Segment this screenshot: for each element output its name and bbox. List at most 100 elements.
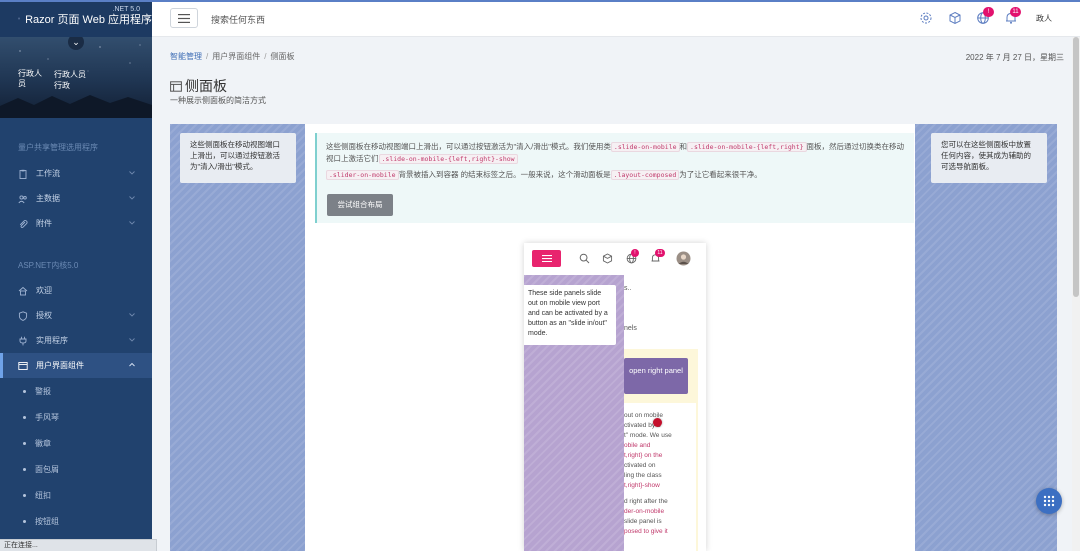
side-panel-demo: 这些侧面板在移动视图端口上滑出，可以通过按钮激活为"清入/滑出"模式。 您可以在… (170, 124, 1057, 551)
text-line: der-on-mobile (624, 508, 665, 515)
sidebar: Razor 页面 Web 应用程序 .NET 5.0 ⌄ 行政人员 行政人员 行… (0, 0, 152, 551)
sidebar-subitem-button-groups[interactable]: 按钮组 (0, 508, 152, 534)
open-right-panel-button[interactable]: open right panel (624, 358, 688, 394)
info-text: 为了让它看起来很干净。 (679, 170, 762, 179)
bullet-icon (23, 493, 26, 497)
cursor-marker (653, 418, 662, 427)
text-line: t,right}-show (624, 482, 660, 489)
text-line: obile and (624, 442, 651, 449)
sidebar-item-attachments[interactable]: 附件 (0, 211, 152, 236)
sidebar-item-label: 用户界面组件 (36, 361, 84, 370)
shield-icon (18, 310, 28, 321)
text-line: t" mode. We use (624, 432, 672, 439)
chevron-down-icon (129, 196, 135, 200)
sidebar-item-welcome[interactable]: 欢迎 (0, 278, 152, 303)
bullet-icon (23, 467, 26, 471)
search-input[interactable]: 搜索任何东西 (211, 13, 265, 26)
mobile-header: ! 11 (524, 243, 706, 275)
clipboard-icon (19, 169, 27, 179)
chevron-down-icon (129, 313, 135, 317)
sidebar-subitem-label: 手风琴 (35, 412, 59, 422)
text-line: ctivated on (624, 462, 656, 469)
code-snippet: .slide-on-mobile-{left,right} (687, 142, 807, 152)
sidebar-item-label: 实用程序 (36, 336, 68, 345)
info-text: 和 (679, 142, 688, 151)
cube-icon[interactable] (948, 11, 962, 25)
bullet-icon (23, 389, 26, 393)
chevron-up-icon (129, 362, 135, 367)
menu-group-title: 量户共享管理选用程序 (18, 143, 98, 152)
sidebar-subitem-label: 按钮组 (35, 516, 59, 526)
brand[interactable]: Razor 页面 Web 应用程序 .NET 5.0 (0, 0, 152, 37)
content-fragment: s.. (624, 285, 632, 292)
breadcrumb-item-home[interactable]: 智能管理 (170, 52, 202, 61)
info-text: 这些侧面板在移动视图端口上滑出，可以通过按钮激活为"清入/滑出"模式。我们使用类 (326, 142, 611, 151)
avatar[interactable]: 行政人员 (18, 69, 48, 89)
menu-toggle-button[interactable] (170, 8, 198, 28)
sidebar-subitem-label: 面包屑 (35, 464, 59, 474)
code-snippet: .slide-on-mobile (610, 142, 680, 152)
sidebar-subitem-badges[interactable]: 徽章 (0, 430, 152, 456)
paperclip-icon (19, 219, 28, 228)
date-text: 2022 年 7 月 27 日，星期三 (965, 53, 1064, 62)
info-text: 背景被插入到容器 的结束标签之后。一般来说，这个滑动面板是 (398, 170, 611, 179)
sidebar-item-workflow[interactable]: 工作流 (0, 161, 152, 186)
text-line: t,right} on the (624, 452, 663, 459)
right-panel-card: 您可以在这些侧面板中放置任何内容，使其成为辅助的可选导航面板。 (931, 133, 1047, 183)
notifications-badge: 11 (655, 249, 665, 257)
window-icon (18, 361, 28, 370)
globe-badge: ! (631, 249, 639, 257)
slide-panel-card: These side panels slide out on mobile vi… (524, 285, 616, 345)
browser-status-tip: 正在连接... (0, 539, 157, 551)
grid-icon (1043, 495, 1055, 507)
notifications-badge: 11 (1010, 7, 1021, 17)
info-alert: 这些侧面板在移动视图端口上滑出，可以通过按钮激活为"清入/滑出"模式。我们使用类… (315, 133, 914, 223)
sidebar-item-authorization[interactable]: 授权 (0, 303, 152, 328)
text-line: posed to give it (624, 528, 668, 535)
menu-group-title: ASP.NET内核5.0 (18, 261, 79, 270)
sidebar-item-master-data[interactable]: 主数据 (0, 186, 152, 211)
breadcrumb-item-current: 侧面板 (270, 52, 295, 61)
code-snippet: .layout-composed (610, 170, 680, 180)
sidebar-item-label: 欢迎 (36, 286, 52, 295)
sidebar-subitem-label: 纽扣 (35, 490, 51, 500)
hamburger-icon (541, 255, 552, 262)
avatar[interactable] (676, 251, 691, 266)
sidebar-subitem-accordion[interactable]: 手风琴 (0, 404, 152, 430)
profile-name-line2: 行政 (54, 81, 70, 90)
page-scrollbar[interactable] (1072, 37, 1080, 551)
chevron-down-icon (129, 171, 135, 175)
brand-logo-icon (18, 17, 20, 20)
code-snippet: .slider-on-mobile (326, 170, 399, 180)
sidebar-item-utilities[interactable]: 实用程序 (0, 328, 152, 353)
info-paragraph-1: 这些侧面板在移动视图端口上滑出，可以通过按钮激活为"清入/滑出"模式。我们使用类… (326, 141, 905, 165)
bullet-icon (23, 519, 26, 523)
sidebar-subitem-buttons[interactable]: 纽扣 (0, 482, 152, 508)
scrollbar-thumb[interactable] (1073, 37, 1079, 297)
mobile-menu-button[interactable] (532, 250, 561, 267)
bullet-icon (23, 441, 26, 445)
profile-name[interactable]: 行政人员 行政 (54, 69, 86, 91)
text-line: ling the class (624, 472, 662, 479)
breadcrumb-item-ui-components[interactable]: 用户界面组件 (212, 52, 260, 61)
home-icon (18, 286, 28, 295)
sidebar-subitem-breadcrumbs[interactable]: 面包屑 (0, 456, 152, 482)
sidebar-subitem-alerts[interactable]: 警报 (0, 378, 152, 404)
left-panel-card: 这些侧面板在移动视图端口上滑出，可以通过按钮激活为"清入/滑出"模式。 (180, 133, 296, 183)
apps-grid-button[interactable] (1036, 488, 1062, 514)
sidebar-item-ui-components[interactable]: 用户界面组件 (0, 353, 152, 378)
breadcrumb-separator: / (206, 52, 209, 61)
sidebar-subitem-label: 警报 (35, 386, 51, 396)
try-composed-layout-button[interactable]: 尝试组合布局 (327, 194, 393, 216)
sidebar-item-label: 主数据 (36, 194, 60, 203)
cube-icon[interactable] (602, 253, 613, 264)
info-paragraph-2: .slider-on-mobile 背景被插入到容器 的结束标签之后。一般来说，这… (326, 169, 905, 181)
page-subtitle: 一种展示侧面板的简洁方式 (170, 96, 266, 105)
gear-icon[interactable] (919, 11, 933, 25)
page-title-row: 侧面板 (170, 76, 227, 96)
search-icon[interactable] (579, 253, 590, 264)
code-snippet: .slide-on-mobile-{left,right}-show (378, 154, 518, 164)
plug-icon (19, 336, 27, 345)
chevron-down-icon (129, 338, 135, 342)
user-menu[interactable]: 政人 (1036, 13, 1052, 24)
